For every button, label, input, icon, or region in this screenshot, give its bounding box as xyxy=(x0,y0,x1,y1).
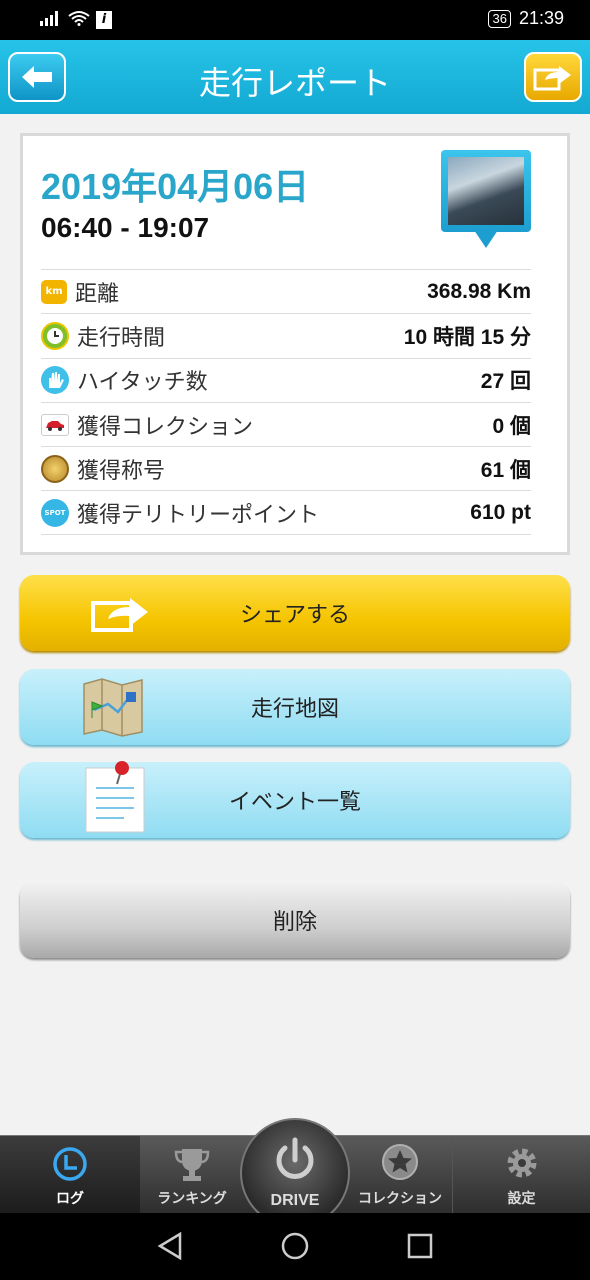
spot-badge-text: SPOT xyxy=(44,508,66,517)
stat-value: 27 回 xyxy=(480,370,531,394)
km-badge-icon: km xyxy=(41,279,67,304)
car-card-icon xyxy=(41,413,69,436)
drive-map-button[interactable]: 走行地図 xyxy=(20,669,570,745)
drive-map-button-label: 走行地図 xyxy=(250,697,339,722)
stat-value: 0 個 xyxy=(492,414,531,438)
app-header: 走行レポート xyxy=(0,40,590,114)
recents-square-icon[interactable] xyxy=(406,1231,434,1261)
share-arrow-icon xyxy=(91,598,148,632)
folded-map-icon xyxy=(83,678,143,737)
stats-list: km 距離 368.98 Km 走行時間 10 時間 15 分 ハイタッチ数 2… xyxy=(41,269,531,535)
report-date: 2019年04月06日 xyxy=(41,166,310,207)
stat-row-territory: SPOT 獲得テリトリーポイント 610 pt xyxy=(41,490,531,535)
pin-tail xyxy=(474,230,498,248)
stat-value: 368.98 Km xyxy=(427,279,531,303)
signal-icon xyxy=(40,10,62,30)
share-button-label: シェアする xyxy=(239,603,350,628)
stat-value: 61 個 xyxy=(480,458,531,482)
stat-label: 獲得称号 xyxy=(77,458,166,484)
wifi-icon xyxy=(68,10,90,30)
stat-label: 走行時間 xyxy=(77,325,166,351)
km-badge-text: km xyxy=(45,286,63,298)
stat-value: 610 pt xyxy=(470,500,531,524)
clock-icon xyxy=(53,1147,87,1181)
star-badge-icon xyxy=(382,1144,418,1180)
stat-row-drive-time: 走行時間 10 時間 15 分 xyxy=(41,313,531,357)
event-list-button[interactable]: イベント一覧 xyxy=(20,761,570,838)
share-arrow-icon xyxy=(533,66,571,91)
stat-row-titles: 獲得称号 61 個 xyxy=(41,446,531,490)
tab-settings[interactable]: 設定 xyxy=(452,1136,590,1214)
drive-button[interactable]: DRIVE xyxy=(240,1118,350,1228)
battery-indicator: 36 xyxy=(488,9,511,28)
report-card: 2019年04月06日 06:40 - 19:07 km 距離 368.98 K… xyxy=(20,133,570,555)
medal-icon xyxy=(41,454,69,483)
system-nav-bar xyxy=(0,1213,590,1280)
hand-wave-icon xyxy=(41,366,69,395)
stat-row-distance: km 距離 368.98 Km xyxy=(41,269,531,313)
tab-collection[interactable]: コレクション xyxy=(350,1136,450,1214)
stat-row-collection: 獲得コレクション 0 個 xyxy=(41,401,531,446)
spot-badge-icon: SPOT xyxy=(41,498,69,527)
stat-label: 距離 xyxy=(75,281,120,307)
stat-label: ハイタッチ数 xyxy=(77,370,208,396)
stat-label: 獲得テリトリーポイント xyxy=(77,502,320,528)
report-time-range: 06:40 - 19:07 xyxy=(41,212,210,243)
clock-icon xyxy=(41,321,69,350)
tab-label: ログ xyxy=(56,1191,84,1207)
photo-frame xyxy=(441,150,531,232)
page-title: 走行レポート xyxy=(198,64,391,102)
tab-ranking[interactable]: ランキング xyxy=(140,1136,244,1214)
back-triangle-icon[interactable] xyxy=(156,1231,184,1261)
power-icon xyxy=(276,1137,314,1179)
car-photo xyxy=(448,157,524,225)
info-icon: i xyxy=(96,11,112,29)
stat-label: 獲得コレクション xyxy=(77,414,254,440)
header-share-button[interactable] xyxy=(524,52,582,102)
drive-label: DRIVE xyxy=(270,1192,320,1209)
share-button[interactable]: シェアする xyxy=(20,575,570,651)
stat-value: 10 時間 15 分 xyxy=(403,325,531,349)
car-photo-pin[interactable] xyxy=(441,150,531,260)
delete-button-label: 削除 xyxy=(272,910,317,935)
status-bar: i 36 21:39 xyxy=(0,0,590,40)
memo-pin-icon xyxy=(85,761,145,833)
tab-label: コレクション xyxy=(358,1191,442,1207)
tab-log[interactable]: ログ xyxy=(0,1136,140,1214)
event-list-button-label: イベント一覧 xyxy=(228,790,361,815)
delete-button[interactable]: 削除 xyxy=(20,882,570,958)
gear-icon xyxy=(507,1148,536,1178)
trophy-icon xyxy=(174,1149,210,1181)
stat-row-high-touch: ハイタッチ数 27 回 xyxy=(41,357,531,402)
home-circle-icon[interactable] xyxy=(280,1231,310,1261)
tab-label: 設定 xyxy=(507,1191,536,1207)
clock-time: 21:39 xyxy=(518,8,564,28)
tab-label: ランキング xyxy=(157,1191,227,1207)
